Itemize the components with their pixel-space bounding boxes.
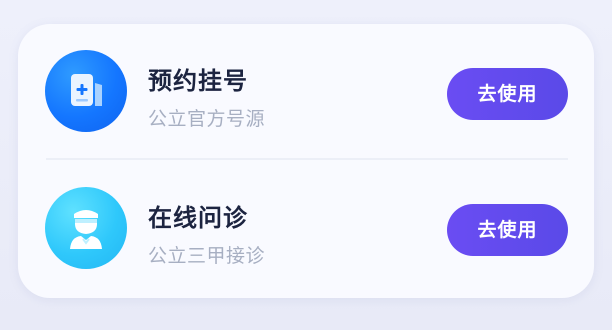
doctor-icon bbox=[45, 187, 127, 269]
service-item-appointment[interactable]: 预约挂号 公立官方号源 去使用 bbox=[18, 24, 594, 156]
services-card: 预约挂号 公立官方号源 去使用 在线问诊 公立三甲接诊 去使用 bbox=[18, 24, 594, 298]
divider bbox=[46, 158, 568, 160]
document-plus-icon bbox=[45, 50, 127, 132]
use-appointment-button[interactable]: 去使用 bbox=[447, 68, 568, 120]
service-title: 预约挂号 bbox=[148, 67, 248, 95]
service-item-consultation[interactable]: 在线问诊 公立三甲接诊 去使用 bbox=[18, 161, 594, 293]
service-subtitle: 公立三甲接诊 bbox=[148, 245, 266, 267]
service-subtitle: 公立官方号源 bbox=[148, 108, 266, 130]
service-title: 在线问诊 bbox=[148, 204, 248, 232]
use-consultation-button[interactable]: 去使用 bbox=[447, 204, 568, 256]
